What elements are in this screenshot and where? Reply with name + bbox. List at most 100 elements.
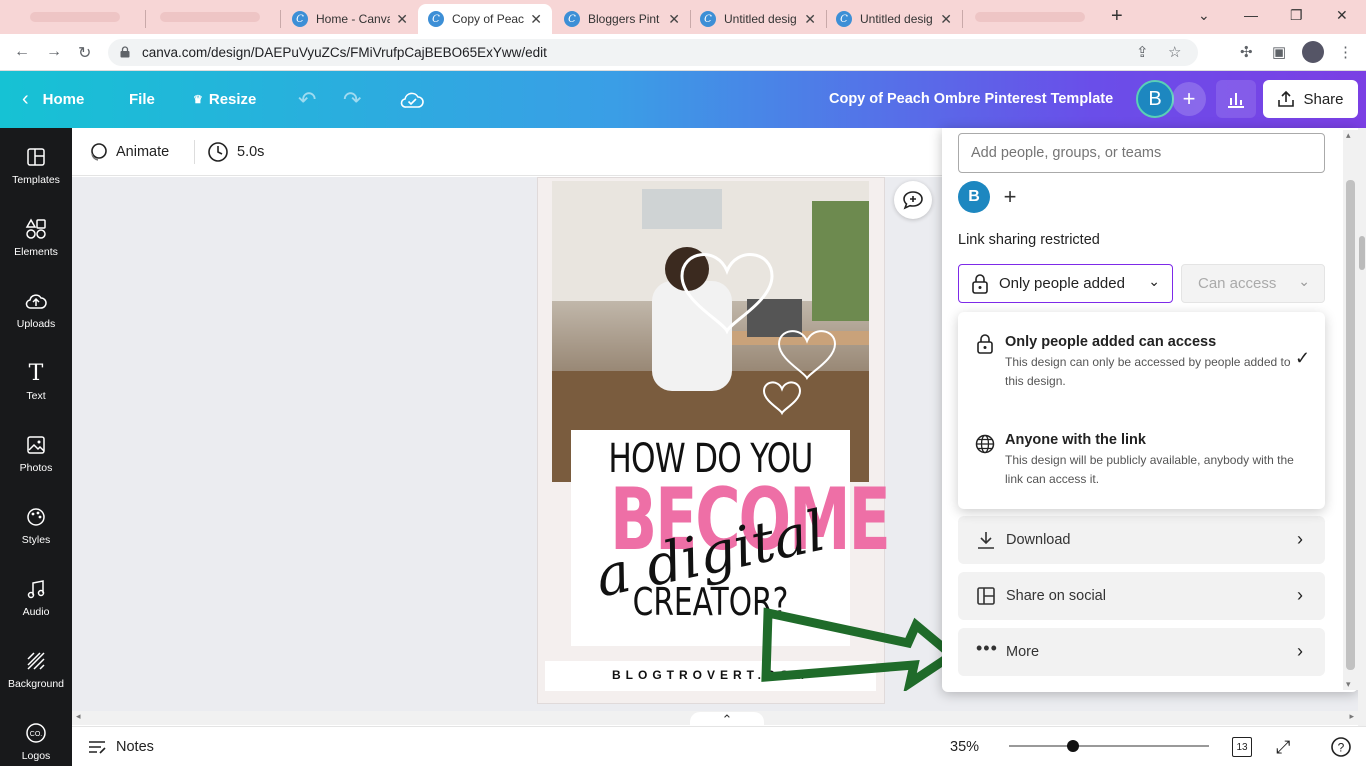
page-scrollbar[interactable] [1358,128,1366,726]
lock-icon [972,273,988,294]
permission-select[interactable]: Can access ⌄ [1181,264,1325,303]
sidebar-item-text[interactable]: T Text [0,360,72,424]
notes-button[interactable]: Notes [88,727,154,767]
download-label: Download [1006,532,1071,548]
share-page-icon[interactable]: ⇪ [1136,43,1149,61]
add-people-input[interactable] [958,133,1325,173]
browser-menu-icon[interactable]: ⋮ [1338,43,1353,61]
sidebar-item-label: Templates [12,174,60,186]
tab-title: Copy of Peach [452,12,525,26]
styles-icon [25,506,47,528]
more-label: More [1006,644,1040,660]
chevron-right-icon: › [1297,529,1303,549]
sidebar-item-logos[interactable]: CO. Logos [0,722,72,784]
sidepanel-icon[interactable]: ▣ [1272,43,1286,61]
sidebar-item-audio[interactable]: Audio [0,578,72,640]
zoom-slider[interactable] [1009,745,1209,747]
tab-separator [962,10,963,28]
help-icon[interactable]: ? [1330,727,1352,767]
link-access-select[interactable]: Only people added ⌄ [958,264,1173,303]
tab-close-icon[interactable]: ✕ [804,11,816,28]
reload-icon[interactable]: ↻ [78,43,91,63]
share-on-social-row[interactable]: Share on social › [958,572,1325,620]
home-button[interactable]: ‹ Home [22,71,84,128]
toolbar-divider [194,140,195,164]
panel-scrollbar-thumb[interactable] [1346,180,1355,670]
url-field[interactable]: canva.com/design/DAEPuVyuZCs/FMiVrufpCaj… [108,39,1198,66]
sidebar-item-uploads[interactable]: Uploads [0,290,72,352]
svg-text:?: ? [1338,741,1345,755]
share-on-social-label: Share on social [1006,588,1106,604]
sidebar-item-background[interactable]: Background [0,650,72,712]
chevron-down-icon: ⌄ [1148,273,1160,289]
tab-title: Bloggers Pint [588,12,660,26]
redo-icon[interactable]: ↷ [343,71,361,128]
profile-avatar[interactable] [1302,41,1324,63]
sidebar-item-styles[interactable]: Styles [0,506,72,568]
sidebar-item-elements[interactable]: Elements [0,218,72,280]
option-anyone-with-link[interactable]: Anyone with the link This design will be… [958,410,1325,509]
sidebar-item-templates[interactable]: Templates [0,146,72,208]
insights-chart-icon[interactable] [1216,80,1256,118]
browser-tab[interactable]: C Untitled desig ✕ [826,4,962,34]
resize-button[interactable]: ♛ Resize [193,71,256,128]
browser-tab-active[interactable]: C Copy of Peach ✕ [418,4,552,34]
download-row[interactable]: Download › [958,516,1325,564]
scroll-right-icon[interactable]: ▸ [1349,711,1354,722]
cloud-save-icon[interactable] [400,71,424,128]
file-menu[interactable]: File [129,71,155,128]
link-access-value: Only people added [999,275,1125,292]
back-icon[interactable]: ← [14,43,30,61]
fullscreen-icon[interactable]: ⤢ [1276,727,1290,767]
more-row[interactable]: ••• More › [958,628,1325,676]
chevron-right-icon: › [1297,585,1303,605]
maximize-icon[interactable]: ❐ [1290,7,1303,24]
sidebar-item-photos[interactable]: Photos [0,434,72,496]
templates-icon [25,146,47,168]
document-title[interactable]: Copy of Peach Ombre Pinterest Template [829,91,1113,107]
duration-button[interactable]: 5.0s [207,128,264,176]
browser-tab[interactable]: C Home - Canva ✕ [282,4,418,34]
tab-close-icon[interactable]: ✕ [668,11,680,28]
green-arrow-annotation [761,607,958,691]
uploads-icon [25,290,47,312]
tab-close-icon[interactable]: ✕ [530,11,542,28]
extensions-puzzle-icon[interactable]: ✣ [1240,43,1253,61]
page-count-button[interactable]: 13 [1232,727,1252,767]
collaborator-avatar[interactable]: B [958,181,990,213]
new-tab-button[interactable]: + [1111,5,1123,28]
globe-icon [975,434,995,454]
svg-text:CO.: CO. [30,731,43,738]
scroll-left-icon[interactable]: ◂ [76,711,81,722]
photos-icon [25,434,47,456]
tab-close-icon[interactable]: ✕ [940,11,952,28]
scroll-up-icon[interactable]: ▴ [1346,130,1351,141]
canva-favicon-icon: C [292,11,308,27]
share-button[interactable]: Share [1263,80,1358,118]
text-icon: T [28,360,44,386]
checkmark-icon: ✓ [1295,348,1311,368]
page-scrollbar-thumb[interactable] [1359,236,1365,270]
animate-button[interactable]: Animate [88,128,169,176]
close-window-icon[interactable]: ✕ [1336,7,1348,24]
undo-icon[interactable]: ↶ [298,71,316,128]
add-collaborator-plus-icon[interactable]: + [996,183,1024,211]
browser-tab[interactable]: C Untitled desig ✕ [690,4,826,34]
zoom-value[interactable]: 35% [950,727,979,767]
sidebar-item-label: Photos [19,462,53,474]
scroll-down-icon[interactable]: ▾ [1346,679,1351,690]
tab-title: Untitled desig [860,12,933,26]
forward-icon[interactable]: → [46,43,62,61]
more-dots-icon: ••• [976,638,998,658]
tab-close-icon[interactable]: ✕ [396,11,408,28]
option-only-people-added[interactable]: Only people added can access This design… [958,312,1325,410]
zoom-slider-handle[interactable] [1067,740,1079,752]
home-label: Home [42,91,85,108]
browser-tab[interactable]: C Bloggers Pint ✕ [554,4,690,34]
tab-search-chevron-icon[interactable]: ⌄ [1198,7,1210,24]
minimize-icon[interactable]: — [1244,7,1258,23]
invite-plus-icon[interactable]: + [1172,82,1206,116]
add-comment-icon[interactable] [894,181,932,219]
bookmark-star-icon[interactable]: ☆ [1168,43,1181,61]
user-avatar[interactable]: B [1136,80,1174,118]
